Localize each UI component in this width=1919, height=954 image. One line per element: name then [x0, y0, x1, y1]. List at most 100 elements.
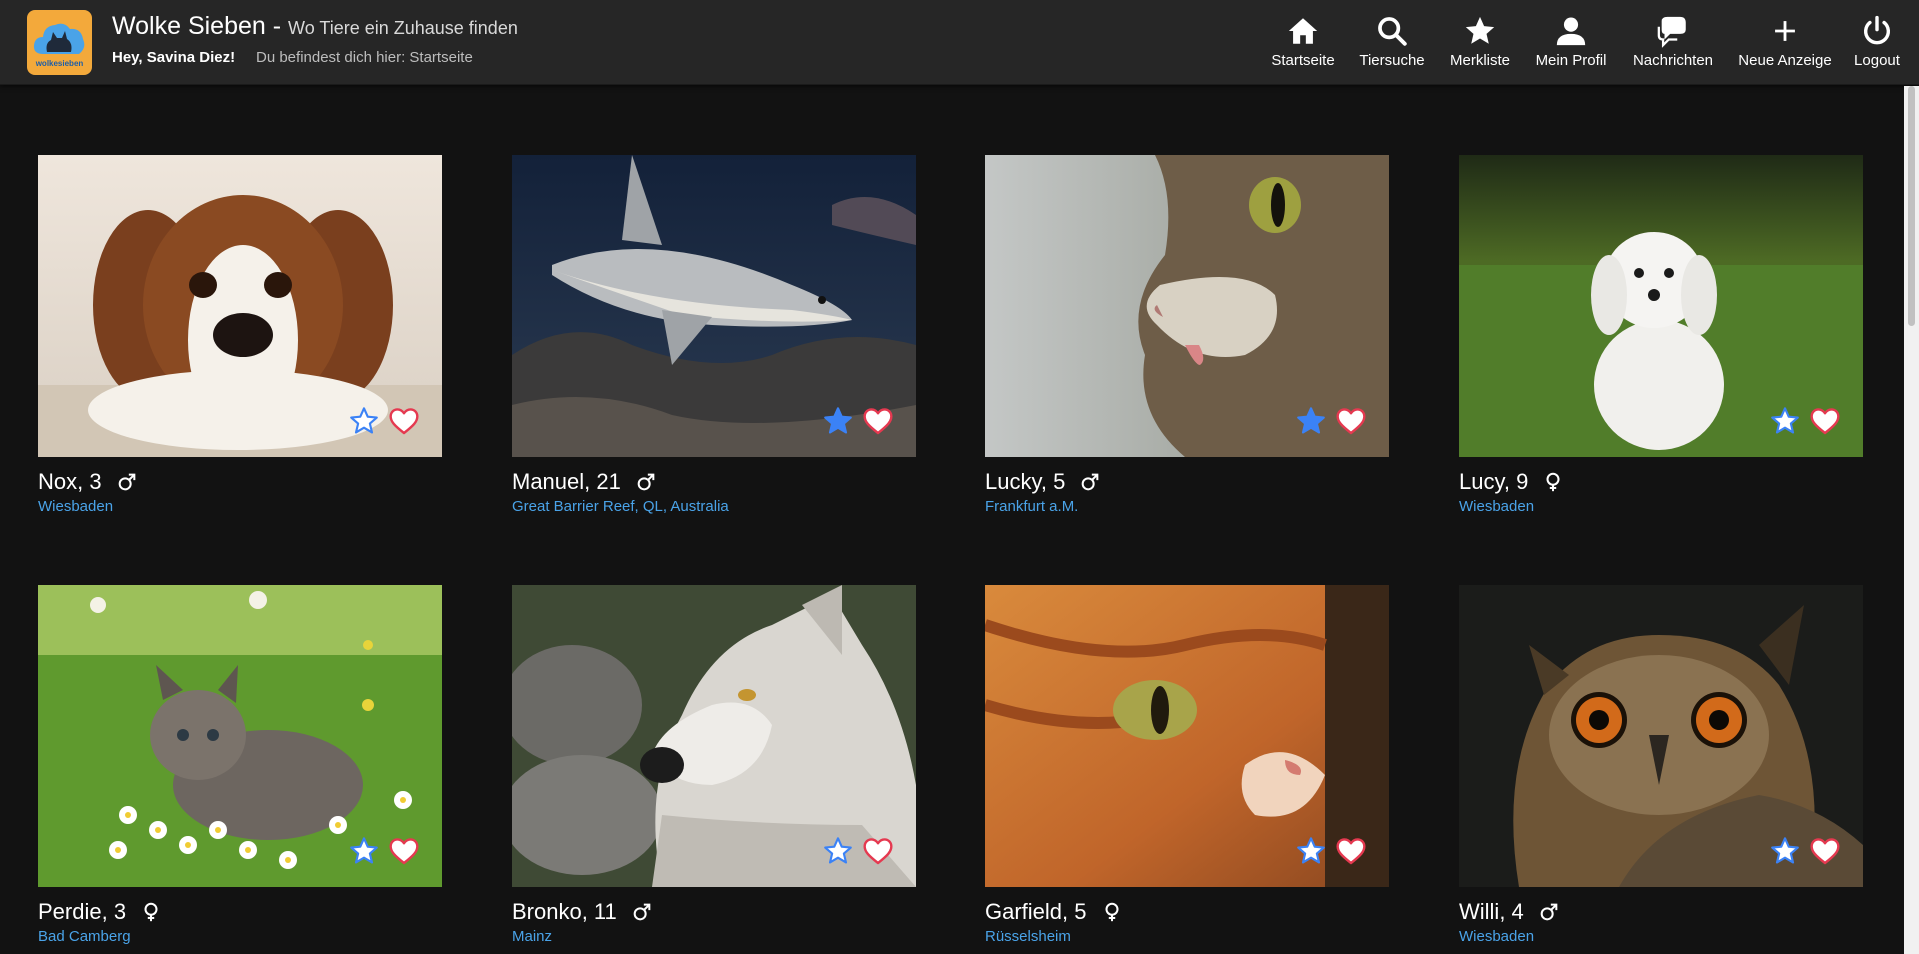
favorite-star-icon[interactable]	[348, 405, 380, 437]
nav-label: Logout	[1854, 52, 1900, 69]
shark-photo-image	[512, 155, 916, 457]
like-heart-icon[interactable]	[1335, 835, 1367, 867]
like-heart-icon[interactable]	[1809, 405, 1841, 437]
owl-photo-image	[1459, 585, 1863, 887]
title-subtitle: Wo Tiere ein Zuhause finden	[288, 18, 518, 38]
animal-location[interactable]: Bad Camberg	[38, 928, 442, 945]
animal-photo[interactable]	[985, 155, 1389, 457]
male-icon	[116, 471, 138, 493]
animal-location[interactable]: Frankfurt a.M.	[985, 498, 1389, 515]
animal-card[interactable]: Lucy, 9 Wiesbaden	[1459, 155, 1863, 515]
favorite-star-icon[interactable]	[1769, 405, 1801, 437]
nav-startseite[interactable]: Startseite	[1266, 0, 1340, 85]
animal-location[interactable]: Great Barrier Reef, QL, Australia	[512, 498, 916, 515]
nav-mein-profil[interactable]: Mein Profil	[1531, 0, 1611, 85]
animal-name-row: Nox, 3	[38, 469, 442, 495]
page-scrollbar[interactable]	[1904, 86, 1919, 954]
nav-tiersuche[interactable]: Tiersuche	[1355, 0, 1429, 85]
animal-photo[interactable]	[985, 585, 1389, 887]
nav-label: Merkliste	[1449, 52, 1510, 69]
animal-photo[interactable]	[38, 585, 442, 887]
like-heart-icon[interactable]	[1335, 405, 1367, 437]
logo-text: wolkesieben	[35, 59, 84, 68]
nav-label: Mein Profil	[1535, 52, 1607, 69]
nav-label: Tiersuche	[1359, 52, 1425, 69]
top-bar: wolkesieben Wolke Sieben - Wo Tiere ein …	[0, 0, 1919, 85]
animal-photo[interactable]	[1459, 585, 1863, 887]
nav-neue-anzeige[interactable]: Neue Anzeige	[1734, 0, 1836, 85]
cat-photo-image	[985, 155, 1389, 457]
animal-name: Bronko, 11	[512, 899, 617, 924]
wolf-photo-image	[512, 585, 916, 887]
user-icon	[1556, 17, 1586, 46]
animal-location[interactable]: Wiesbaden	[1459, 498, 1863, 515]
favorite-star-icon[interactable]	[1769, 835, 1801, 867]
dog-photo-image	[38, 155, 442, 457]
plus-icon	[1775, 21, 1795, 41]
animal-name-row: Perdie, 3	[38, 899, 442, 925]
male-icon	[1079, 471, 1101, 493]
like-heart-icon[interactable]	[862, 405, 894, 437]
animal-card[interactable]: Manuel, 21 Great Barrier Reef, QL, Austr…	[512, 155, 916, 515]
favorite-star-icon[interactable]	[1295, 405, 1327, 437]
star-icon	[1465, 16, 1495, 44]
male-icon	[635, 471, 657, 493]
home-icon	[1288, 18, 1318, 44]
animal-name-row: Lucy, 9	[1459, 469, 1863, 495]
animal-card[interactable]: Willi, 4 Wiesbaden	[1459, 585, 1863, 945]
user-greeting: Hey, Savina Diez!	[112, 49, 236, 66]
nav-merkliste[interactable]: Merkliste	[1445, 0, 1515, 85]
animal-name-row: Garfield, 5	[985, 899, 1389, 925]
favorite-star-icon[interactable]	[822, 405, 854, 437]
animal-photo[interactable]	[512, 155, 916, 457]
animal-name: Willi, 4	[1459, 899, 1524, 924]
animal-location[interactable]: Wiesbaden	[38, 498, 442, 515]
power-icon	[1864, 15, 1890, 45]
animal-location[interactable]: Wiesbaden	[1459, 928, 1863, 945]
animal-name: Lucky, 5	[985, 469, 1066, 494]
animal-card[interactable]: Lucky, 5 Frankfurt a.M.	[985, 155, 1389, 515]
animal-location[interactable]: Rüsselsheim	[985, 928, 1389, 945]
animal-name: Manuel, 21	[512, 469, 621, 494]
animal-card[interactable]: Bronko, 11 Mainz	[512, 585, 916, 945]
breadcrumb: Du befindest dich hier: Startseite	[256, 49, 473, 66]
search-icon	[1378, 17, 1407, 46]
nav-nachrichten[interactable]: Nachrichten	[1628, 0, 1718, 85]
animal-name-row: Bronko, 11	[512, 899, 916, 925]
female-icon	[1542, 471, 1564, 493]
animal-card[interactable]: Nox, 3 Wiesbaden	[38, 155, 442, 515]
favorite-star-icon[interactable]	[1295, 835, 1327, 867]
like-heart-icon[interactable]	[1809, 835, 1841, 867]
animal-card[interactable]: Perdie, 3 Bad Camberg	[38, 585, 442, 945]
cloud-logo-icon	[33, 23, 85, 54]
animal-location[interactable]: Mainz	[512, 928, 916, 945]
nav-label: Nachrichten	[1632, 52, 1714, 69]
animal-card[interactable]: Garfield, 5 Rüsselsheim	[985, 585, 1389, 945]
white-dog-photo-image	[1459, 155, 1863, 457]
female-icon	[140, 901, 162, 923]
male-icon	[631, 901, 653, 923]
title-text: Wolke Sieben -	[112, 12, 282, 40]
animal-photo[interactable]	[38, 155, 442, 457]
chat-icon	[1657, 16, 1686, 48]
animal-name: Perdie, 3	[38, 899, 127, 924]
female-icon	[1101, 901, 1123, 923]
like-heart-icon[interactable]	[388, 835, 420, 867]
animal-name: Garfield, 5	[985, 899, 1087, 924]
logo[interactable]: wolkesieben	[27, 10, 92, 75]
animal-photo[interactable]	[512, 585, 916, 887]
animal-photo[interactable]	[1459, 155, 1863, 457]
favorite-star-icon[interactable]	[822, 835, 854, 867]
male-icon	[1538, 901, 1560, 923]
nav-label: Neue Anzeige	[1738, 52, 1832, 69]
orange-cat-photo-image	[985, 585, 1389, 887]
app-title: Wolke Sieben - Wo Tiere ein Zuhause find…	[112, 12, 518, 41]
animal-name-row: Lucky, 5	[985, 469, 1389, 495]
like-heart-icon[interactable]	[862, 835, 894, 867]
favorite-star-icon[interactable]	[348, 835, 380, 867]
nav-logout[interactable]: Logout	[1849, 0, 1905, 85]
animal-name-row: Manuel, 21	[512, 469, 916, 495]
nav-label: Startseite	[1271, 52, 1335, 69]
like-heart-icon[interactable]	[388, 405, 420, 437]
scrollbar-thumb[interactable]	[1908, 86, 1915, 326]
